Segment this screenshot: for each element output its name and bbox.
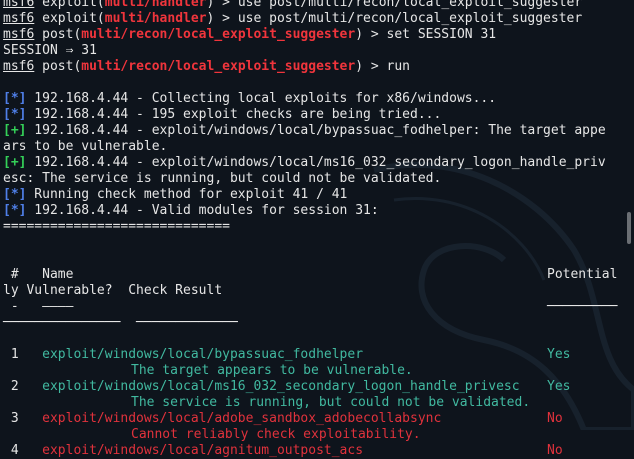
header-name: Name: [18, 267, 74, 282]
row-result: No: [547, 443, 563, 458]
table-row: 4 exploit/windows/local/agnitum_outpost_…: [3, 443, 634, 459]
info-tag: [*]: [3, 107, 27, 122]
info-tag: [*]: [3, 187, 27, 202]
table-row: 1 exploit/windows/local/bypassuac_fodhel…: [3, 347, 634, 363]
session-line: SESSION ⇒ 31: [3, 43, 97, 58]
output-line: [*] 192.168.4.44 - Collecting local expl…: [3, 91, 497, 106]
row-module: exploit/windows/local/bypassuac_fodhelpe…: [42, 347, 364, 362]
table-row: 3 exploit/windows/local/adobe_sandbox_ad…: [3, 411, 634, 427]
row-module: exploit/windows/local/adobe_sandbox_adob…: [42, 411, 442, 426]
prompt: msf6: [3, 27, 35, 42]
success-tag: [+]: [3, 155, 27, 170]
terminal-line: msf6 exploit(multi/handler) > use post/m…: [3, 0, 583, 10]
success-tag: [+]: [3, 123, 27, 138]
table-header-rule: ─────────────── ─────────────: [3, 315, 238, 330]
header-potential: Potential: [547, 267, 618, 282]
output-line: [*] 192.168.4.44 - 195 exploit checks ar…: [3, 107, 442, 122]
terminal-scrollbar[interactable]: [627, 212, 631, 244]
row-number: 1: [3, 347, 19, 362]
output-line: [*] 192.168.4.44 - Valid modules for ses…: [3, 203, 379, 218]
row-result: Yes: [547, 347, 571, 362]
prompt: msf6: [3, 59, 35, 74]
row-result: Yes: [547, 379, 571, 394]
info-tag: [*]: [3, 91, 27, 106]
prompt: msf6: [3, 11, 35, 26]
row-number: 4: [3, 443, 19, 458]
table-title-rule: =============================: [3, 219, 230, 234]
prompt-module: multi/handler: [104, 11, 207, 26]
row-number: 3: [3, 411, 19, 426]
command-line-use: msf6 exploit(multi/handler) > use post/m…: [3, 11, 583, 26]
output-line: [+] 192.168.4.44 - exploit/windows/local…: [3, 123, 606, 138]
table-header-row-wrap: ly Vulnerable? Check Result: [3, 283, 223, 298]
output-line: ars to be vulnerable.: [3, 139, 168, 154]
command-line-run: msf6 post(multi/recon/local_exploit_sugg…: [3, 59, 411, 74]
row-module: exploit/windows/local/agnitum_outpost_ac…: [42, 443, 364, 458]
output-line: [+] 192.168.4.44 - exploit/windows/local…: [3, 155, 606, 170]
terminal-output: msf6 exploit(multi/handler) > use post/m…: [3, 0, 634, 459]
row-detail: The target appears to be vulnerable.: [131, 363, 413, 378]
prompt-module: multi/recon/local_exploit_suggester: [81, 27, 356, 42]
prompt-module: multi/recon/local_exploit_suggester: [81, 59, 356, 74]
table-header-row: # Name Potential: [3, 267, 634, 283]
table-header-dashes: - ———— ─────────: [3, 299, 618, 314]
row-detail: Cannot reliably check exploitability.: [131, 427, 421, 442]
header-number: #: [3, 267, 19, 282]
command-line-set: msf6 post(multi/recon/local_exploit_sugg…: [3, 27, 497, 42]
info-tag: [*]: [3, 203, 27, 218]
table-row: 2 exploit/windows/local/ms16_032_seconda…: [3, 379, 634, 395]
row-result: No: [547, 411, 563, 426]
output-line: [*] Running check method for exploit 41 …: [3, 187, 348, 202]
row-module: exploit/windows/local/ms16_032_secondary…: [42, 379, 520, 394]
row-detail: The service is running, but could not be…: [131, 395, 531, 410]
output-line: esc: The service is running, but could n…: [3, 171, 442, 186]
row-number: 2: [3, 379, 19, 394]
